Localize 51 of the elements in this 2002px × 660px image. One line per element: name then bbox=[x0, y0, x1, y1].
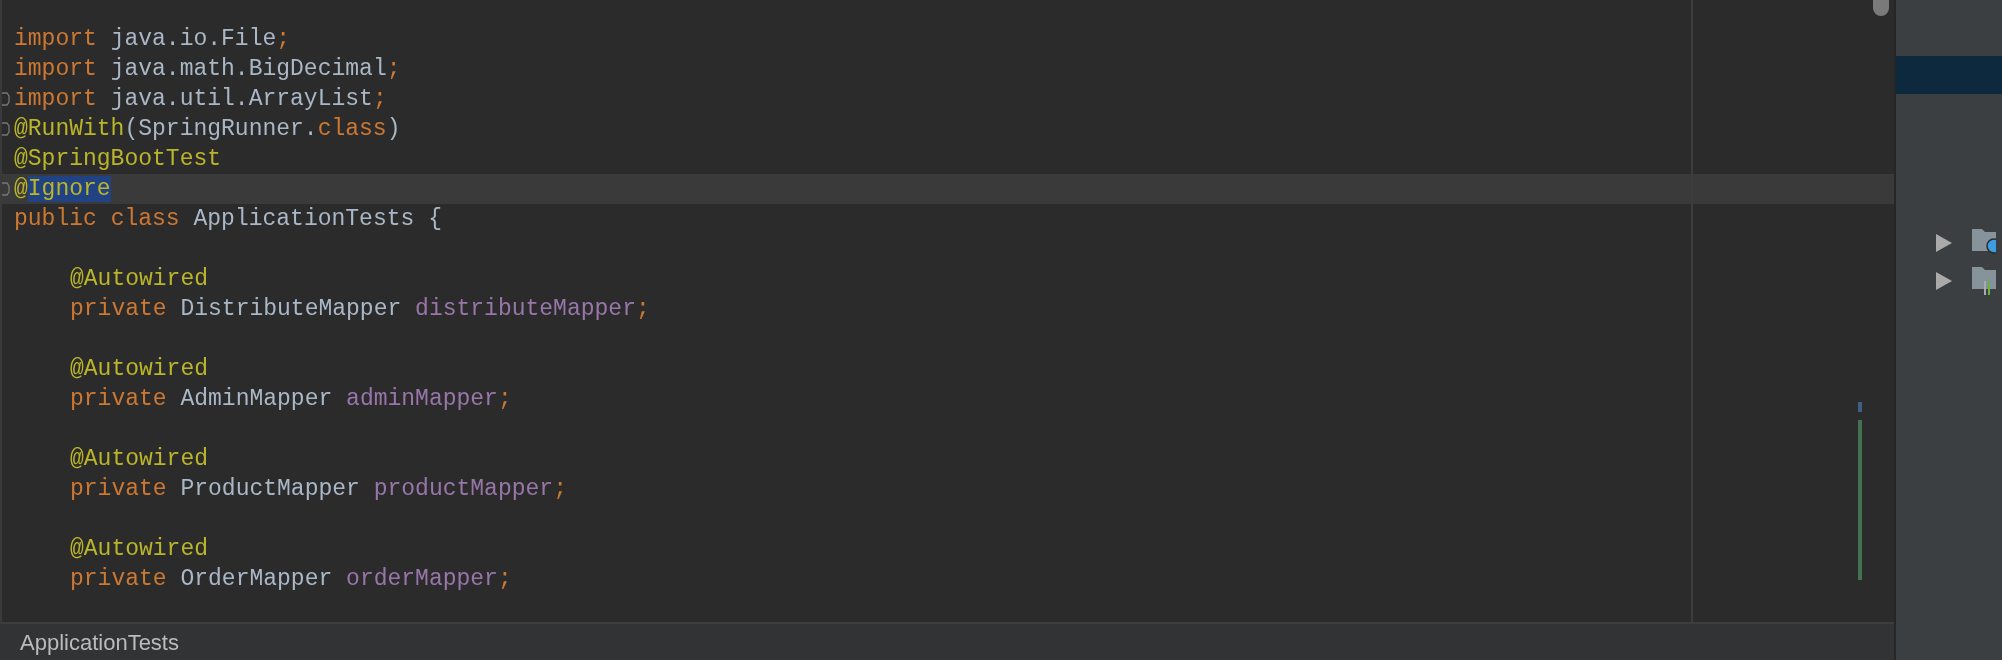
keyword: class bbox=[317, 115, 387, 142]
code-text: ProductMapper bbox=[180, 475, 360, 502]
keyword: ; bbox=[497, 385, 512, 412]
folder-gear-icon bbox=[1972, 229, 1996, 257]
annotation: @Autowired bbox=[70, 445, 209, 472]
fold-marker-icon[interactable] bbox=[2, 182, 10, 196]
keyword: public bbox=[14, 205, 97, 232]
keyword: ; bbox=[386, 55, 401, 82]
code-text: (SpringRunner. bbox=[124, 115, 318, 142]
annotation: @Autowired bbox=[70, 355, 209, 382]
field-name: orderMapper bbox=[346, 565, 498, 592]
fold-marker-icon[interactable] bbox=[2, 122, 10, 136]
folder-bars-icon bbox=[1972, 267, 1996, 295]
keyword: private bbox=[70, 565, 167, 592]
change-marker bbox=[1858, 402, 1862, 412]
expand-arrow-icon[interactable] bbox=[1936, 272, 1952, 290]
code-text: OrderMapper bbox=[180, 565, 333, 592]
keyword: private bbox=[70, 475, 167, 502]
keyword: private bbox=[70, 295, 167, 322]
code-text: ) bbox=[386, 115, 401, 142]
keyword: ; bbox=[635, 295, 650, 322]
keyword: ; bbox=[276, 25, 291, 52]
keyword: ; bbox=[553, 475, 567, 502]
field-name: productMapper bbox=[373, 475, 554, 502]
code-text: java.math.BigDecimal bbox=[110, 55, 387, 82]
code-text: java.io.File bbox=[110, 25, 277, 52]
field-name: adminMapper bbox=[346, 385, 498, 412]
code-editor[interactable] bbox=[0, 0, 1894, 622]
expand-arrow-icon[interactable] bbox=[1936, 234, 1952, 252]
field-name: distributeMapper bbox=[415, 295, 636, 322]
keyword: class bbox=[110, 205, 180, 232]
code-text: { bbox=[428, 205, 442, 232]
breadcrumb[interactable]: ApplicationTests bbox=[20, 625, 179, 659]
scrollbar-thumb[interactable] bbox=[1873, 0, 1889, 16]
code-text: AdminMapper bbox=[180, 385, 333, 412]
annotation: @RunWith bbox=[14, 115, 125, 142]
annotation: Ignore bbox=[27, 175, 111, 202]
keyword: ; bbox=[372, 85, 387, 112]
keyword: import bbox=[14, 85, 97, 112]
annotation: @Autowired bbox=[70, 265, 209, 292]
code-text: DistributeMapper bbox=[180, 295, 402, 322]
code-text: java.util.ArrayList bbox=[110, 85, 373, 112]
code-text: ApplicationTests bbox=[193, 205, 415, 232]
keyword: private bbox=[70, 385, 167, 412]
annotation: @ bbox=[14, 175, 28, 202]
fold-marker-icon[interactable] bbox=[2, 92, 10, 106]
annotation: @Autowired bbox=[70, 535, 209, 562]
keyword: ; bbox=[497, 565, 512, 592]
annotation: @SpringBootTest bbox=[14, 145, 222, 172]
keyword: import bbox=[14, 25, 97, 52]
keyword: import bbox=[14, 55, 97, 82]
